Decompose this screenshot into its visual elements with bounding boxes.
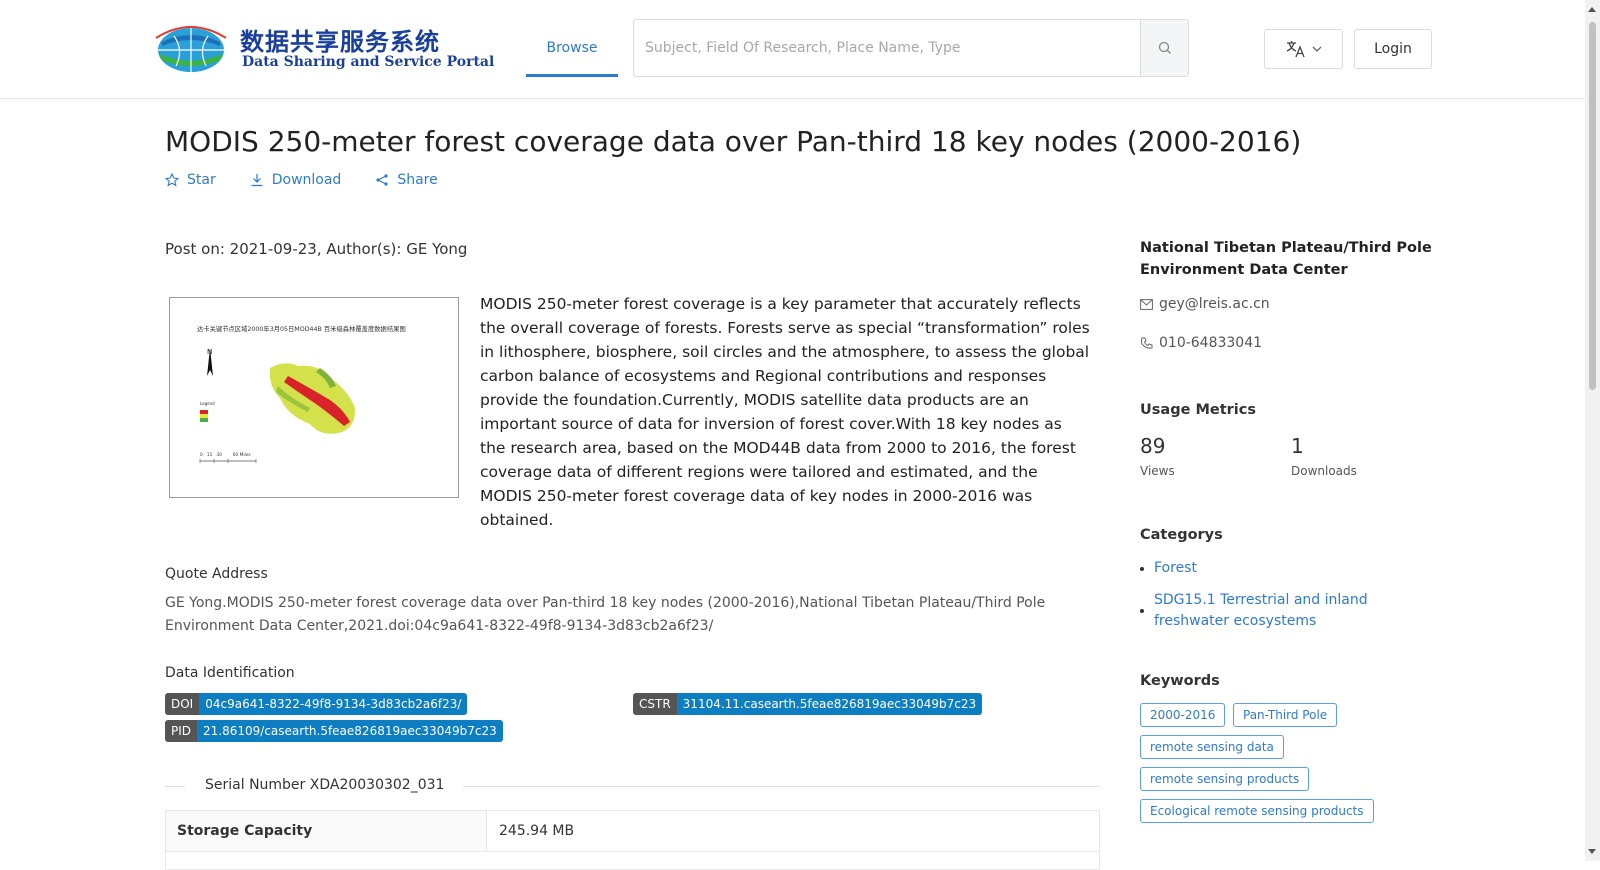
download-label: Download <box>271 172 342 188</box>
dataset-thumbnail[interactable]: 达卡关键节点区域2000年3月05日MOD44B 百米级森林覆盖度数据结果图 N… <box>169 297 459 498</box>
phone-icon <box>1141 337 1153 349</box>
page-scrollbar[interactable] <box>1585 0 1600 861</box>
email-text: gey@lreis.ac.cn <box>1159 296 1270 312</box>
contact-email[interactable]: gey@lreis.ac.cn <box>1140 296 1270 312</box>
pid-key: PID <box>165 720 198 742</box>
downloads-label: Downloads <box>1291 464 1357 478</box>
keyword-tag[interactable]: remote sensing products <box>1140 767 1310 791</box>
scrollbar-thumb[interactable] <box>1589 22 1596 390</box>
category-item[interactable]: SDG15.1 Terrestrial and inland freshwate… <box>1140 590 1400 632</box>
login-button[interactable]: Login <box>1354 29 1432 69</box>
search-box <box>633 19 1189 77</box>
portal-logo[interactable]: 数据共享服务系统 Data Sharing and Service Portal <box>152 18 494 80</box>
share-label: Share <box>397 172 438 188</box>
keyword-tag[interactable]: Ecological remote sensing products <box>1140 799 1374 823</box>
language-dropdown[interactable] <box>1264 29 1343 69</box>
phone-text: 010-64833041 <box>1159 335 1263 351</box>
downloads-count: 1 <box>1291 434 1304 458</box>
map-scale-label: 0 15 30 60 Miles <box>200 452 251 458</box>
mail-icon <box>1140 298 1153 310</box>
data-identification-label: Data Identification <box>165 665 295 681</box>
search-icon <box>1158 41 1171 54</box>
logo-chinese-text: 数据共享服务系统 <box>240 28 440 56</box>
post-meta: Post on: 2021-09-23, Author(s): GE Yong <box>165 240 468 258</box>
category-item[interactable]: Forest <box>1140 558 1440 579</box>
views-count: 89 <box>1140 434 1166 458</box>
scroll-down-arrow-icon[interactable] <box>1588 849 1596 854</box>
category-link[interactable]: Forest <box>1154 558 1197 579</box>
table-key: Storage Capacity <box>166 811 487 851</box>
top-header: 数据共享服务系统 Data Sharing and Service Portal… <box>0 0 1585 99</box>
serial-number: Serial Number XDA20030302_031 <box>205 777 445 793</box>
globe-logo-icon <box>155 26 227 72</box>
star-label: Star <box>187 172 216 188</box>
search-input[interactable] <box>634 20 1142 76</box>
bullet-icon <box>1140 609 1144 613</box>
doi-badge[interactable]: DOI 04c9a641-8322-49f8-9134-3d83cb2a6f23… <box>165 693 468 715</box>
star-button[interactable]: Star <box>165 172 216 188</box>
nav-browse[interactable]: Browse <box>526 19 618 77</box>
keyword-tag[interactable]: 2000-2016 <box>1140 703 1226 727</box>
category-link[interactable]: SDG15.1 Terrestrial and inland freshwate… <box>1154 590 1400 632</box>
table-row-divider <box>166 851 1099 852</box>
cstr-key: CSTR <box>633 693 677 715</box>
cstr-value: 31104.11.casearth.5feae826819aec33049b7c… <box>676 693 983 715</box>
share-button[interactable]: Share <box>375 172 438 188</box>
search-button[interactable] <box>1140 20 1188 76</box>
cstr-badge[interactable]: CSTR 31104.11.casearth.5feae826819aec330… <box>633 693 983 715</box>
quote-address-label: Quote Address <box>165 566 268 582</box>
star-icon <box>165 173 179 187</box>
download-button[interactable]: Download <box>250 172 342 188</box>
dataset-actions: Star Download Share <box>165 172 438 188</box>
map-title: 达卡关键节点区域2000年3月05日MOD44B 百米级森林覆盖度数据结果图 <box>197 324 406 333</box>
contact-phone[interactable]: 010-64833041 <box>1140 335 1262 351</box>
download-icon <box>251 174 263 187</box>
views-label: Views <box>1140 464 1175 478</box>
doi-value: 04c9a641-8322-49f8-9134-3d83cb2a6f23/ <box>199 693 468 715</box>
pid-value: 21.86109/casearth.5feae826819aec33049b7c… <box>197 720 503 742</box>
pid-badge[interactable]: PID 21.86109/casearth.5feae826819aec3304… <box>165 720 503 742</box>
dataset-info-table: Storage Capacity 245.94 MB <box>165 810 1100 870</box>
keywords-heading: Keywords <box>1140 673 1220 689</box>
divider-line <box>463 786 1100 787</box>
chevron-down-icon <box>1312 46 1321 52</box>
serial-number-divider: Serial Number XDA20030302_031 <box>165 777 1100 795</box>
logo-english-text: Data Sharing and Service Portal <box>242 54 495 70</box>
keyword-tag[interactable]: remote sensing data <box>1140 735 1284 759</box>
usage-metrics-heading: Usage Metrics <box>1140 402 1256 418</box>
dataset-title: MODIS 250-meter forest coverage data ove… <box>165 125 1302 158</box>
map-north-label: N <box>207 348 212 356</box>
quote-address-text: GE Yong.MODIS 250-meter forest coverage … <box>165 595 1046 634</box>
doi-key: DOI <box>165 693 200 715</box>
forest-map-image: 达卡关键节点区域2000年3月05日MOD44B 百米级森林覆盖度数据结果图 N… <box>197 324 406 463</box>
table-value: 245.94 MB <box>499 823 575 839</box>
bullet-icon <box>1140 567 1144 571</box>
dataset-description: MODIS 250-meter forest coverage is a key… <box>480 295 1090 529</box>
share-icon <box>376 174 388 186</box>
categories-heading: Categorys <box>1140 527 1223 543</box>
keyword-tag[interactable]: Pan-Third Pole <box>1233 703 1338 727</box>
map-legend-label: Legend <box>200 401 215 406</box>
table-row: Storage Capacity 245.94 MB <box>166 811 1099 851</box>
divider-line <box>165 786 185 787</box>
translate-icon <box>1286 41 1305 58</box>
scroll-up-arrow-icon[interactable] <box>1588 7 1596 12</box>
data-center-name: National Tibetan Plateau/Third Pole Envi… <box>1140 240 1432 278</box>
